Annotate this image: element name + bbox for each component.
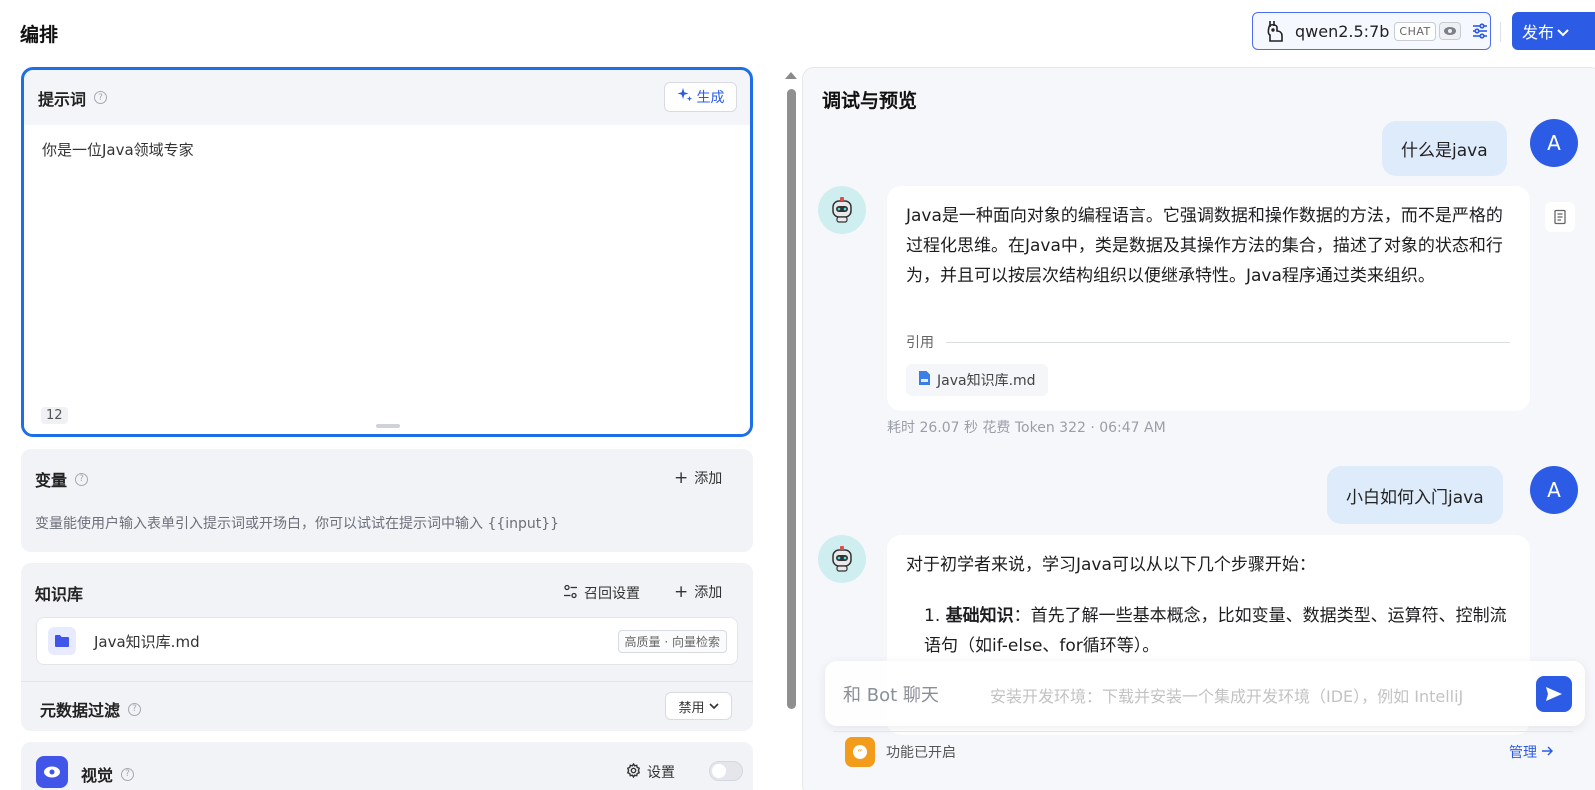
user-message-text: 什么是java [1401,141,1488,161]
folder-icon [48,627,76,655]
plus-icon: + [674,581,689,602]
eye-icon [1438,22,1461,40]
variables-card: 变量 ? + 添加 变量能使用户输入表单引入提示词或开场白，你可以试试在提示词中… [21,449,753,552]
metadata-filter-value: 禁用 [678,700,705,716]
vision-settings-button[interactable]: 设置 [626,762,675,782]
metadata-filter-select[interactable]: 禁用 [665,692,732,720]
debug-preview-panel: 调试与预览 什么是java A Java是一种面向对象的编程语言。它强调数据和操… [802,67,1595,790]
recall-settings-icon [563,584,578,603]
numbered-list: 1. 基础知识：首先了解一些基本概念，比如变量、数据类型、运算符、控制流语句（如… [924,601,1510,661]
send-button[interactable] [1536,676,1572,712]
prompt-editor[interactable]: 你是一位Java领域专家 12 [24,125,750,434]
knowledge-card: 知识库 召回设置 + 添加 Java知识库.md 高质量 · 向量检索 元数据过… [21,563,753,731]
help-icon[interactable]: ? [128,702,142,716]
message-meta: 耗时 26.07 秒 花费 Token 322 · 06:47 AM [887,420,1166,436]
vision-header: 视觉 ? [81,762,135,786]
metadata-filter-header: 元数据过滤 ? [40,697,142,721]
citation-file-name: Java知识库.md [937,373,1036,389]
knowledge-header: 知识库 [35,581,83,605]
vision-card: 视觉 ? 设置 [21,742,753,790]
citation-label: 引用 [906,335,934,351]
user-avatar: A [1530,119,1578,167]
bot-avatar [818,186,866,234]
plus-icon: + [674,467,689,488]
chat-input-placeholder[interactable]: 和 Bot 聊天 [843,681,939,707]
user-message: 什么是java [1382,121,1507,176]
manage-link[interactable]: 管理 [1509,742,1554,762]
debug-title: 调试与预览 [822,90,918,112]
help-icon[interactable]: ? [94,91,108,104]
char-count: 12 [41,407,68,424]
chevron-down-icon [1557,22,1569,41]
bot-message-intro: 对于初学者来说，学习Java可以从以下几个步骤开始： [906,555,1316,575]
chevron-down-icon [708,699,719,714]
model-type-badge: CHAT [1394,21,1436,41]
model-name: qwen2.5:7b [1295,21,1390,41]
list-item-obscured: 安装开发环境：下载并安装一个集成开发环境（IDE），例如 IntelliJ [990,687,1464,706]
recall-settings-label: 召回设置 [584,586,640,602]
header-divider [1500,22,1501,42]
model-settings-icon[interactable] [1471,22,1489,40]
variables-title: 变量 [35,471,68,490]
user-message: 小白如何入门java [1327,466,1503,524]
vision-title: 视觉 [81,766,114,785]
resize-handle[interactable] [376,424,400,428]
bot-message: Java是一种面向对象的编程语言。它强调数据和操作数据的方法，而不是严格的过程化… [887,186,1530,411]
prompt-text[interactable]: 你是一位Java领域专家 [42,139,194,160]
citation-file[interactable]: Java知识库.md [906,364,1048,396]
quote-icon: “ [845,737,875,767]
add-label: 添加 [694,585,723,601]
app-root: 编排 qwen2.5:7b CHAT 发布 提示词 ? 生成 你是一位Java领… [0,0,1595,790]
help-icon[interactable]: ? [75,472,89,486]
variables-header: 变量 ? [35,467,89,491]
manage-label: 管理 [1509,745,1537,761]
citation-divider [946,342,1510,343]
bot-message-text: Java是一种面向对象的编程语言。它强调数据和操作数据的方法，而不是严格的过程化… [906,206,1503,286]
publish-button[interactable]: 发布 [1512,12,1595,50]
vision-settings-label: 设置 [647,765,675,781]
prompt-header: 提示词 ? [24,70,750,125]
document-icon[interactable] [1545,202,1575,232]
generate-label: 生成 [696,90,725,106]
add-label: 添加 [694,471,723,487]
prompt-card: 提示词 ? 生成 你是一位Java领域专家 12 [21,67,753,437]
user-message-text: 小白如何入门java [1346,487,1484,508]
knowledge-item-name: Java知识库.md [94,632,200,651]
page-title: 编排 [20,24,59,46]
scroll-up-arrow[interactable] [785,72,797,79]
add-variable-button[interactable]: + 添加 [674,468,722,488]
sparkle-icon [677,87,693,107]
recall-settings-button[interactable]: 召回设置 [563,583,640,603]
variables-description: 变量能使用户输入表单引入提示词或开场白，你可以试试在提示词中输入 {{input… [35,516,560,532]
svg-text:“: “ [857,748,862,759]
knowledge-item[interactable]: Java知识库.md 高质量 · 向量检索 [36,617,738,665]
feature-bar: “ 功能已开启 管理 [833,731,1573,771]
feature-status: 功能已开启 [886,745,956,761]
gear-icon [626,762,641,782]
llama-icon [1263,18,1289,44]
bot-avatar [818,535,866,583]
vision-toggle[interactable] [709,761,743,781]
arrow-right-icon [1541,744,1554,760]
divider [21,681,753,682]
list-item-title: 基础知识 [945,606,1014,626]
user-avatar: A [1530,466,1578,514]
document-icon [918,370,931,390]
knowledge-title: 知识库 [35,585,84,604]
prompt-title: 提示词 [38,89,87,109]
vision-icon [36,756,68,788]
list-item-number: 1. [924,606,941,626]
metadata-filter-title: 元数据过滤 [40,701,121,720]
generate-button[interactable]: 生成 [664,82,737,112]
chat-input-box[interactable]: 安装开发环境：下载并安装一个集成开发环境（IDE），例如 IntelliJ 和 … [825,661,1585,726]
scrollbar-thumb[interactable] [787,89,796,709]
publish-label: 发布 [1522,23,1555,42]
help-icon[interactable]: ? [121,767,135,781]
add-knowledge-button[interactable]: + 添加 [674,582,722,602]
model-selector[interactable]: qwen2.5:7b CHAT [1252,12,1491,50]
retrieval-mode-badge: 高质量 · 向量检索 [617,629,727,653]
